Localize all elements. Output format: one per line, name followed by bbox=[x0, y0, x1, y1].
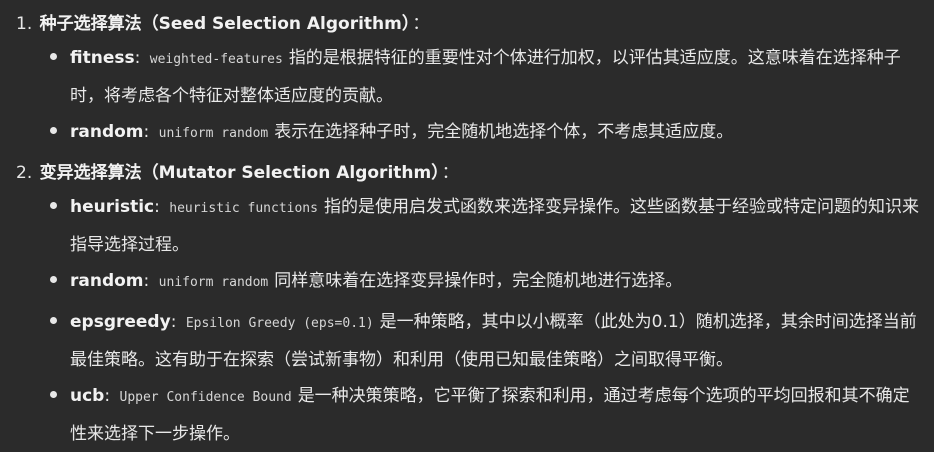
item-separator: : bbox=[104, 386, 111, 406]
document: 1. 种子选择算法（Seed Selection Algorithm）： fit… bbox=[0, 0, 934, 447]
list-item-ucb: ucb: Upper Confidence Bound 是一种决策策略，它平衡了探… bbox=[50, 378, 926, 452]
item-separator: : bbox=[170, 312, 177, 332]
list-item-fitness: fitness: weighted-features 指的是根据特征的重要性对个体… bbox=[50, 40, 926, 114]
item-term: ucb bbox=[70, 386, 105, 406]
item-separator: : bbox=[154, 197, 160, 217]
list-item-epsgreedy: epsgreedy: Epsilon Greedy (eps=0.1) 是一种策略… bbox=[50, 304, 926, 378]
list-item-random: random: uniform random 同样意味着在选择变异操作时，完全随机… bbox=[50, 263, 926, 301]
item-description: 同样意味着在选择变异操作时，完全随机地进行选择。 bbox=[274, 271, 683, 291]
bullet-icon bbox=[50, 53, 57, 60]
item-code: Epsilon Greedy (eps=0.1) bbox=[185, 316, 374, 331]
item-term: heuristic bbox=[70, 197, 155, 217]
item-code: weighted-features bbox=[149, 52, 283, 67]
section-number: 1. bbox=[16, 14, 33, 34]
item-separator: : bbox=[143, 122, 150, 142]
bullet-icon bbox=[50, 391, 57, 398]
section-heading: 种子选择算法（Seed Selection Algorithm） bbox=[39, 14, 411, 34]
item-separator: : bbox=[143, 271, 150, 291]
item-term: epsgreedy bbox=[70, 312, 171, 332]
section-title: 2. 变异选择算法（Mutator Selection Algorithm）： bbox=[16, 158, 459, 188]
item-term: fitness bbox=[70, 48, 135, 68]
item-term: random bbox=[70, 271, 144, 291]
bullet-icon bbox=[50, 127, 57, 134]
item-description: 表示在选择种子时，完全随机地选择个体，不考虑其适应度。 bbox=[274, 122, 734, 142]
list-item-random: random: uniform random 表示在选择种子时，完全随机地选择个体… bbox=[50, 114, 926, 152]
item-separator: : bbox=[134, 48, 141, 68]
bullet-icon bbox=[50, 276, 57, 283]
item-term: random bbox=[70, 122, 144, 142]
item-code: uniform random bbox=[158, 275, 269, 290]
section-colon: ： bbox=[412, 14, 430, 34]
item-code: Upper Confidence Bound bbox=[119, 390, 292, 405]
section-heading: 变异选择算法（Mutator Selection Algorithm） bbox=[39, 163, 440, 183]
section-colon: ： bbox=[441, 163, 459, 183]
item-code: uniform random bbox=[158, 126, 269, 141]
bullet-icon bbox=[50, 202, 57, 209]
item-code: heuristic functions bbox=[169, 201, 318, 216]
section-number: 2. bbox=[16, 163, 33, 183]
section-title: 1. 种子选择算法（Seed Selection Algorithm）： bbox=[16, 9, 429, 39]
list-item-heuristic: heuristic: heuristic functions 指的是使用启发式函数… bbox=[50, 189, 926, 263]
bullet-icon bbox=[50, 317, 57, 324]
